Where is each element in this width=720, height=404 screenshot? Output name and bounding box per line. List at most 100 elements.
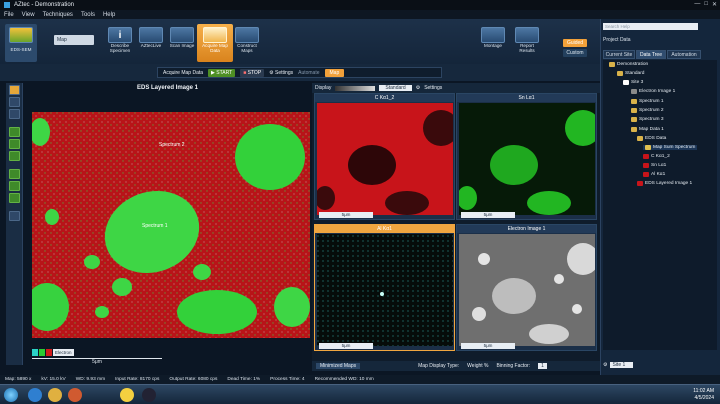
standard-dropdown[interactable]: Standard <box>379 85 412 91</box>
search-input[interactable]: Search Help <box>603 23 698 30</box>
app-logo-icon <box>4 2 10 8</box>
site-selector: ⚙ Site 1 <box>603 362 634 368</box>
stop-button[interactable]: ■ STOP <box>240 68 265 77</box>
tree-node-selected[interactable]: Map Sum Spectrum <box>643 145 698 150</box>
pen-tool-icon[interactable] <box>9 193 20 203</box>
legend-swatch-al[interactable] <box>32 349 38 356</box>
mode-dropdown[interactable]: Map <box>54 35 94 45</box>
gear-icon[interactable]: ⚙ <box>603 362 607 368</box>
status-kv: kV: 15.0 kV <box>41 377 66 382</box>
ellipse-tool-icon[interactable] <box>9 151 20 161</box>
map-image-electron <box>459 234 595 346</box>
tab-automation[interactable]: Automation <box>667 50 701 59</box>
menu-file[interactable]: File <box>4 12 14 18</box>
acquire-toolbar: Acquire Map Data ▶ START ■ STOP ⚙ Settin… <box>157 67 442 78</box>
map-cell-c[interactable]: C Kα1_2 5μm <box>314 93 455 220</box>
tree-node[interactable]: Electron Image 1 <box>631 89 675 94</box>
tree-node[interactable]: Demonstration <box>609 62 648 67</box>
menu-tools[interactable]: Tools <box>81 12 95 18</box>
folder-icon <box>631 127 637 132</box>
tab-data-tree[interactable]: Data Tree <box>636 50 666 59</box>
automate-button[interactable]: Automate <box>298 70 319 76</box>
status-bar: Map: 5890 x kV: 15.0 kV WD: 9.93 mm Inpu… <box>0 375 720 384</box>
menu-techniques[interactable]: Techniques <box>43 12 73 18</box>
legend-electron-label[interactable]: Electron <box>53 349 74 356</box>
map-cell-sn[interactable]: Sn Lα1 5μm <box>456 93 597 220</box>
binning-dropdown[interactable]: 1 <box>538 363 547 369</box>
tree-node[interactable]: Spectrum 3 <box>631 117 664 122</box>
display-bar: Display Standard ⚙ Settings <box>312 83 600 93</box>
taskbar: 11:02 AM 4/5/2024 <box>0 384 720 404</box>
map-mode-button[interactable]: Map <box>324 68 345 77</box>
menu-view[interactable]: View <box>22 12 35 18</box>
start-button[interactable]: ▶ START <box>208 68 236 77</box>
start-icon[interactable] <box>4 388 18 402</box>
tree-node[interactable]: Al Kα1 <box>643 172 665 177</box>
spectrum-icon <box>631 117 637 122</box>
guided-button[interactable]: Guided <box>563 39 587 47</box>
line-tool-icon[interactable] <box>9 169 20 179</box>
tree-node[interactable]: Spectrum 1 <box>631 99 664 104</box>
status-wd: WD: 9.93 mm <box>75 377 106 382</box>
step-describe-specimen[interactable]: i Describe Specimen <box>104 24 136 62</box>
scale-bar: 5μm <box>32 358 162 365</box>
settings-button[interactable]: ⚙ Settings <box>269 70 293 76</box>
map-scale: 5μm <box>319 212 373 218</box>
select-tool-icon[interactable] <box>9 97 20 107</box>
montage-button[interactable]: Montage <box>478 24 508 62</box>
eds-layered-image[interactable]: Spectrum 2 Spectrum 1 <box>32 112 310 338</box>
tab-minimized-maps[interactable]: Minimized Maps <box>316 363 361 369</box>
step-construct-maps[interactable]: Construct Maps <box>232 24 262 62</box>
report-results-button[interactable]: Report Results <box>512 24 542 62</box>
spectrum-1-label[interactable]: Spectrum 1 <box>142 223 168 229</box>
spectrum-2-label[interactable]: Spectrum 2 <box>159 142 185 148</box>
custom-button[interactable]: Custom <box>563 49 587 57</box>
status-mag: Map: 5890 x <box>5 377 32 382</box>
maximize-button[interactable]: □ <box>704 1 708 8</box>
brightness-slider[interactable] <box>335 85 376 91</box>
left-toolbar <box>6 83 23 365</box>
step-aztec-live[interactable]: AZtecLive <box>136 24 166 62</box>
maps-settings-label[interactable]: Settings <box>424 85 442 91</box>
tree-node[interactable]: EDS Layered Image 1 <box>637 181 692 186</box>
display-label: Display <box>315 85 332 91</box>
point-tool-icon[interactable] <box>9 127 20 137</box>
browser-icon[interactable] <box>28 388 42 402</box>
tree-node[interactable]: EDS Data <box>637 136 666 141</box>
folder-icon[interactable] <box>48 388 62 402</box>
map-cell-electron[interactable]: Electron Image 1 5μm <box>456 224 597 351</box>
tree-node[interactable]: Site 3 <box>623 80 643 85</box>
app-icon[interactable] <box>142 388 156 402</box>
status-dead-time: Dead Time: 1% <box>227 377 261 382</box>
folder-icon <box>617 71 623 76</box>
menu-help[interactable]: Help <box>103 12 115 18</box>
tree-node[interactable]: Sn Lα1 <box>643 163 666 168</box>
tree-node[interactable]: Standard <box>617 71 644 76</box>
tab-current-site[interactable]: Current Site <box>603 50 635 59</box>
site-dropdown[interactable]: Site 1 <box>610 362 634 368</box>
gear-icon[interactable]: ⚙ <box>416 85 420 91</box>
media-icon[interactable] <box>68 388 82 402</box>
map-icon <box>643 163 649 168</box>
map-cell-al[interactable]: Al Kα1 5μm <box>314 224 455 351</box>
map-title: C Kα1_2 <box>315 94 454 102</box>
tree-node[interactable]: Spectrum 2 <box>631 108 664 113</box>
zoom-tool-icon[interactable] <box>9 109 20 119</box>
smiley-icon[interactable] <box>120 388 134 402</box>
color-tool-icon[interactable] <box>9 85 20 95</box>
freehand-tool-icon[interactable] <box>9 181 20 191</box>
tree-node[interactable]: C Kα1_2 <box>643 154 670 159</box>
mode-button[interactable]: EDS-SEM <box>5 24 37 62</box>
tree-node[interactable]: Map Data 1 <box>631 127 664 132</box>
display-type-dropdown[interactable]: Weight % <box>467 363 488 369</box>
layered-image-icon <box>637 181 643 186</box>
step-scan-image[interactable]: Scan Image <box>166 24 198 62</box>
step-acquire-map-data[interactable]: Acquire Map Data <box>197 24 233 62</box>
project-data-label: Project Data <box>603 37 631 43</box>
minimize-button[interactable]: — <box>694 1 700 8</box>
legend-swatch-c[interactable] <box>46 349 52 356</box>
rectangle-tool-icon[interactable] <box>9 139 20 149</box>
legend-swatch-sn[interactable] <box>39 349 45 356</box>
info-tool-icon[interactable] <box>9 211 20 221</box>
close-button[interactable]: ✕ <box>712 1 717 8</box>
